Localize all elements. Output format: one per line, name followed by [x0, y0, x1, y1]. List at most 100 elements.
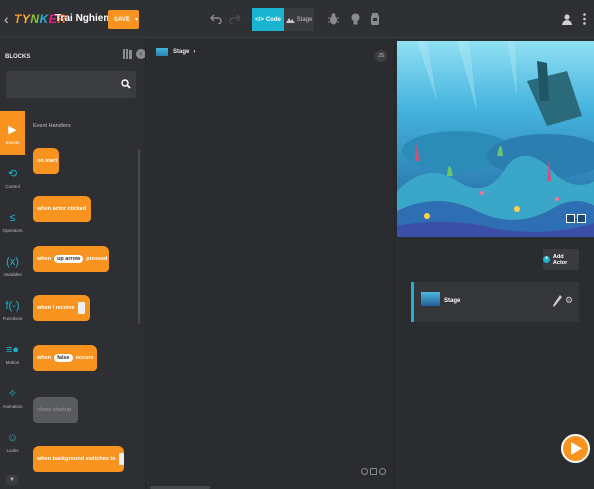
blocks-panel: BLOCKS ‹ ▶ Events ⟲ Control ≤ Operators (x) Var…: [0, 39, 146, 489]
pencil-icon[interactable]: [553, 295, 562, 307]
underwater-scene-image: [397, 41, 594, 237]
palette-scrollbar[interactable]: [138, 149, 140, 324]
category-label: Motion: [5, 359, 20, 365]
block-label: when actor clicked: [37, 206, 87, 212]
motion-icon: ≡●: [5, 343, 20, 356]
operators-icon: ≤: [9, 211, 16, 224]
breadcrumb-label: Stage: [173, 49, 190, 55]
add-actor-label: Add Actor: [552, 253, 568, 266]
category-label: Control: [5, 183, 20, 189]
actor-item-stage[interactable]: Stage ⚙: [411, 282, 579, 322]
category-control[interactable]: ⟲ Control: [0, 155, 25, 199]
block-label: when I receive: [37, 305, 75, 311]
block-label: on start: [37, 158, 58, 164]
background-slot[interactable]: [118, 453, 124, 465]
category-label: Operators: [2, 227, 23, 233]
category-looks[interactable]: ☺ Looks: [0, 419, 25, 463]
events-icon: ▶: [8, 123, 17, 136]
category-functions[interactable]: f(-) Functions: [0, 287, 25, 331]
more-icon[interactable]: [580, 11, 588, 27]
fullscreen-icon[interactable]: [577, 214, 586, 223]
stage-canvas[interactable]: [397, 41, 594, 237]
chevron-right-icon: ›: [193, 49, 196, 55]
run-button[interactable]: [561, 434, 590, 463]
logo-letter: K: [39, 12, 49, 26]
category-operators[interactable]: ≤ Operators: [0, 199, 25, 243]
condition-slot[interactable]: false: [54, 354, 73, 362]
block-label: occurs: [75, 355, 94, 361]
jar-icon[interactable]: [368, 11, 382, 27]
js-toggle-button[interactable]: JS: [375, 50, 387, 62]
stage-thumbnail: [156, 48, 168, 56]
block-palette: Event Handlers on start when actor click…: [25, 111, 140, 489]
gear-icon[interactable]: ⚙: [565, 295, 574, 305]
grid-view-icon[interactable]: [566, 214, 575, 223]
category-label: Animation: [2, 403, 23, 409]
logo-letter: N: [30, 12, 40, 26]
actor-name: Stage: [444, 298, 461, 304]
category-events[interactable]: ▶ Events: [0, 111, 25, 155]
zoom-out-icon[interactable]: [361, 468, 368, 475]
add-actor-button[interactable]: + Add Actor: [543, 249, 579, 270]
block-label: when background switches to: [37, 456, 116, 462]
logo-letter: Y: [21, 12, 31, 26]
plus-icon: +: [543, 256, 550, 263]
hint-icon[interactable]: [348, 11, 362, 27]
library-icon[interactable]: [123, 49, 132, 59]
redo-icon[interactable]: [228, 11, 242, 27]
scroll-down-icon[interactable]: ▼: [6, 475, 18, 485]
block-clone-startup: clone startup: [33, 397, 78, 423]
control-icon: ⟲: [7, 167, 18, 180]
category-label: Events: [5, 139, 20, 145]
tab-stage[interactable]: Stage: [284, 8, 314, 31]
undo-icon[interactable]: [209, 11, 223, 27]
back-arrow-icon[interactable]: ‹: [4, 11, 14, 27]
code-icon: </>: [255, 16, 264, 23]
block-when-actor-clicked[interactable]: when actor clicked: [33, 196, 91, 222]
block-when-key-pressed[interactable]: when up arrow pressed: [33, 246, 109, 272]
user-icon[interactable]: [561, 11, 573, 27]
block-label: clone startup: [37, 407, 72, 413]
zoom-controls: [361, 468, 386, 475]
play-icon: [570, 442, 582, 455]
blocks-title: BLOCKS: [5, 54, 31, 60]
category-motion[interactable]: ≡● Motion: [0, 331, 25, 375]
tab-code[interactable]: </> Code: [252, 8, 284, 31]
block-label: when: [37, 355, 52, 361]
search-icon: [121, 79, 131, 89]
section-header: Event Handlers: [33, 123, 71, 129]
category-label: Functions: [2, 315, 23, 321]
top-bar: ‹ TYNKER Trai Nghiem SAVE ▾ </> Code Sta…: [0, 0, 594, 38]
actor-thumbnail: [421, 292, 440, 306]
block-on-start[interactable]: on start: [33, 148, 59, 174]
block-when-i-receive[interactable]: when I receive: [33, 295, 90, 321]
block-when-background-switches[interactable]: when background switches to: [33, 446, 124, 472]
block-label: pressed: [86, 256, 108, 262]
category-list: ▶ Events ⟲ Control ≤ Operators (x) Variables f(-…: [0, 111, 25, 489]
functions-icon: f(-): [5, 299, 20, 312]
category-label: Variables: [3, 271, 22, 277]
category-variables[interactable]: (x) Variables: [0, 243, 25, 287]
search-input[interactable]: [6, 71, 136, 98]
breadcrumb[interactable]: Stage ›: [156, 48, 195, 56]
save-button[interactable]: SAVE ▾: [108, 10, 139, 29]
category-label: Looks: [6, 447, 19, 453]
animation-icon: ✧: [7, 387, 18, 400]
tab-code-label: Code: [265, 16, 281, 23]
save-button-label: SAVE: [114, 16, 130, 23]
block-when-occurs[interactable]: when false occurs: [33, 345, 97, 371]
chevron-down-icon[interactable]: ▾: [135, 16, 138, 23]
key-dropdown[interactable]: up arrow: [54, 255, 84, 263]
bug-icon[interactable]: [326, 11, 340, 27]
tab-stage-label: Stage: [296, 16, 313, 23]
zoom-reset-icon[interactable]: [370, 468, 377, 475]
zoom-in-icon[interactable]: [379, 468, 386, 475]
stage-panel: + Add Actor Stage ⚙: [394, 39, 594, 489]
project-name[interactable]: Trai Nghiem: [55, 13, 112, 24]
message-slot[interactable]: [77, 302, 85, 314]
logo-letter: T: [14, 12, 22, 26]
category-animation[interactable]: ✧ Animation: [0, 375, 25, 419]
variables-icon: (x): [6, 255, 19, 268]
blocks-header-icons: ‹: [123, 49, 146, 59]
code-workspace[interactable]: Stage › JS: [145, 39, 394, 489]
